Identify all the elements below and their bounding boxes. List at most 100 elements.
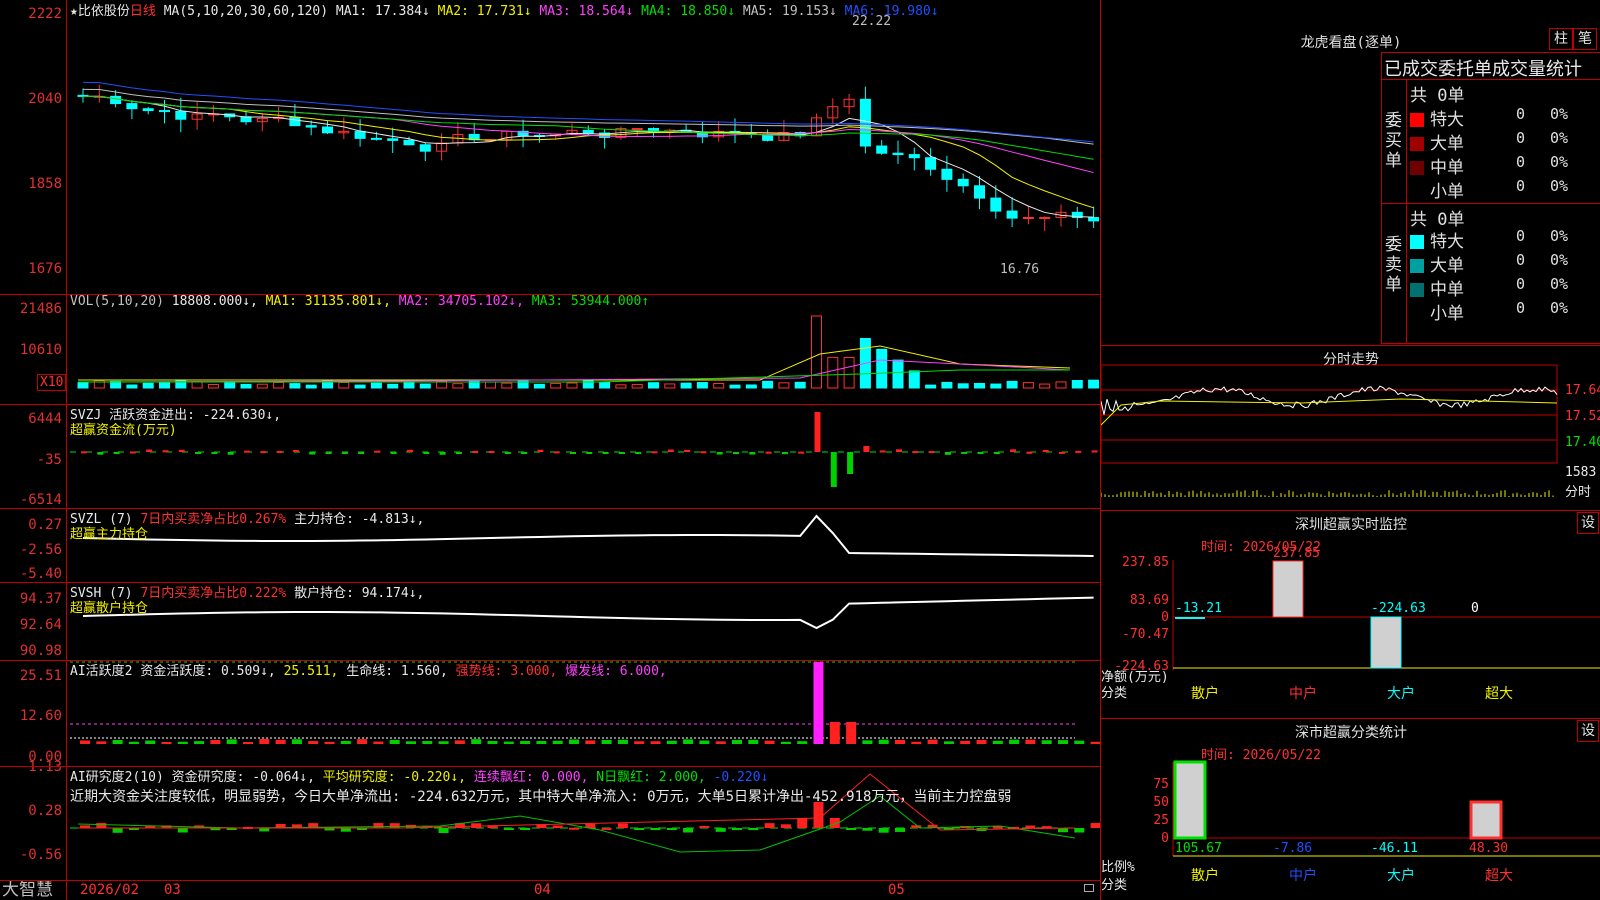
activity-bar <box>829 722 840 744</box>
volume-bar <box>256 383 268 389</box>
color-swatch <box>1410 113 1424 127</box>
low-price-label: 16.76 <box>1000 262 1040 277</box>
intraday-vol-tick: 1583 <box>1565 465 1597 480</box>
volume-bar <box>485 381 496 389</box>
color-swatch <box>1410 137 1424 151</box>
flow-bar <box>684 449 691 452</box>
flow-bar <box>211 452 218 454</box>
activity-bar <box>666 740 677 744</box>
volume-bar <box>126 384 138 389</box>
monitor-value: -13.21 <box>1175 601 1222 616</box>
flow-bar <box>781 452 788 455</box>
candle-body <box>990 197 1002 212</box>
order-type-label: 小单 <box>1430 304 1464 324</box>
kline-ytick-1: 2222 <box>28 6 62 22</box>
volume-pane[interactable]: VOL(5,10,20) 18808.000↓, MA1: 31135.801↓… <box>0 294 1100 404</box>
order-row-小单: 小单 <box>1410 299 1464 324</box>
order-type-label: 大单 <box>1430 134 1464 154</box>
volume-bar <box>191 381 203 389</box>
research-bar <box>569 827 579 830</box>
flow-bar <box>896 449 902 452</box>
divider <box>0 294 1100 295</box>
divider <box>1406 79 1407 343</box>
volume-bar <box>403 381 415 389</box>
order-pct: 0% <box>1550 299 1569 317</box>
ma-value-3: MA3: 18.564↓ <box>531 4 634 19</box>
candle-body <box>1006 210 1018 219</box>
flow-bar <box>162 450 169 453</box>
order-row-大单: 大单 <box>1410 129 1464 154</box>
volume-bar <box>550 382 562 389</box>
flow-bar <box>716 452 723 455</box>
kline-pane[interactable]: ★比依股份日线 MA(5,10,20,30,60,120) MA1: 17.38… <box>0 0 1100 294</box>
activity-bar <box>732 739 742 744</box>
candle-body <box>126 103 138 110</box>
activity-bar <box>210 739 221 744</box>
order-type-label: 中单 <box>1430 158 1464 178</box>
research-bar <box>96 823 107 828</box>
research-bar <box>1090 823 1100 828</box>
research-bar <box>520 828 531 830</box>
main-ytick-1: 0.27 <box>28 517 62 533</box>
avg-research-value: 平均研究度: -0.220↓, <box>322 770 467 785</box>
volume-bar <box>1071 380 1083 389</box>
volume-bar <box>648 382 659 389</box>
research-bar <box>699 826 710 829</box>
flow-bar <box>407 449 413 452</box>
dragon-tiger-title: 龙虎看盘(逐单) <box>1300 35 1402 51</box>
period-label[interactable]: 日线 <box>130 4 156 19</box>
main-hold-pane[interactable]: SVZL (7) 7日内买卖净占比0.267% 主力持仓: -4.813↓, 超… <box>0 508 1100 582</box>
activity-bar <box>813 662 824 744</box>
volume-bar <box>175 379 187 389</box>
ai-ytick-2: 12.60 <box>19 708 62 724</box>
intraday-panel[interactable]: 分时走势 17.64 17.52 17.40 1583 分时 <box>1101 345 1600 510</box>
fund-flow-pane[interactable]: SVZJ 活跃资金进出: -224.630↓, 超赢资金流(万元) 6444 -… <box>0 404 1100 508</box>
monitor-chart[interactable]: 237.8583.690-70.47-224.63-13.21237.85-22… <box>1101 510 1600 718</box>
activity-bar <box>797 741 808 744</box>
order-row-中单: 中单 <box>1410 153 1464 178</box>
activity-bar <box>177 741 188 744</box>
activity-bar <box>617 739 628 744</box>
divider <box>1382 79 1600 80</box>
ai-research-pane[interactable]: AI研究度2(10) 资金研究度: -0.064↓, 平均研究度: -0.220… <box>0 759 1100 880</box>
intraday-chart[interactable] <box>1101 345 1600 510</box>
divider <box>0 660 1100 661</box>
volume-bar <box>1006 380 1018 389</box>
ma-value-4: MA4: 18.850↓ <box>633 4 736 19</box>
flow-bar <box>292 449 299 452</box>
flow-bar <box>113 452 120 454</box>
volume-bar <box>566 382 578 389</box>
column-view-button[interactable]: 柱 <box>1549 28 1573 50</box>
research-bar <box>797 818 808 828</box>
star-icon[interactable]: ★ <box>70 4 78 19</box>
kline-chart[interactable] <box>0 0 1100 294</box>
monitor-category: 大户 <box>1387 685 1415 702</box>
volume-bar <box>419 383 431 389</box>
flow-bar <box>602 452 609 454</box>
flow-bar <box>504 452 511 454</box>
volume-chart[interactable] <box>0 294 1100 404</box>
stock-name[interactable]: 比依股份 <box>78 4 130 19</box>
divider <box>0 766 1100 767</box>
ai-active-pane[interactable]: AI活跃度2 资金活跃度: 0.509↓, 25.511, 生命线: 1.560… <box>0 660 1100 766</box>
research-bar <box>862 828 873 831</box>
research-bar <box>732 828 742 830</box>
retail-hold-pane[interactable]: SVSH (7) 7日内买卖净占比0.222% 散户持仓: 94.174↓, 超… <box>0 582 1100 660</box>
volume-bar <box>1088 379 1100 389</box>
monitor-bar-mid <box>1272 560 1304 618</box>
research-bar <box>340 828 351 832</box>
activity-bar <box>911 741 922 744</box>
volume-unit[interactable]: X10 <box>37 374 67 391</box>
flow-bar <box>390 452 397 454</box>
order-pct: 0% <box>1550 251 1569 269</box>
flow-bar <box>977 452 984 454</box>
ai-active-header: AI活跃度2 资金活跃度: 0.509↓, 25.511, 生命线: 1.560… <box>70 660 667 679</box>
flow-bar <box>749 452 756 455</box>
stroke-view-button[interactable]: 笔 <box>1573 28 1597 50</box>
classify-chart[interactable]: 75 50 25 0 105.67 -7.86 -46.11 48.30 散户 中户 大户 超大 <box>1101 718 1600 900</box>
main-ytick-2: -2.56 <box>19 542 62 558</box>
volume-bar <box>77 382 89 389</box>
main-ytick-3: -5.40 <box>19 566 62 582</box>
lock-icon[interactable] <box>1084 884 1094 892</box>
order-count: 0 <box>1516 251 1526 269</box>
